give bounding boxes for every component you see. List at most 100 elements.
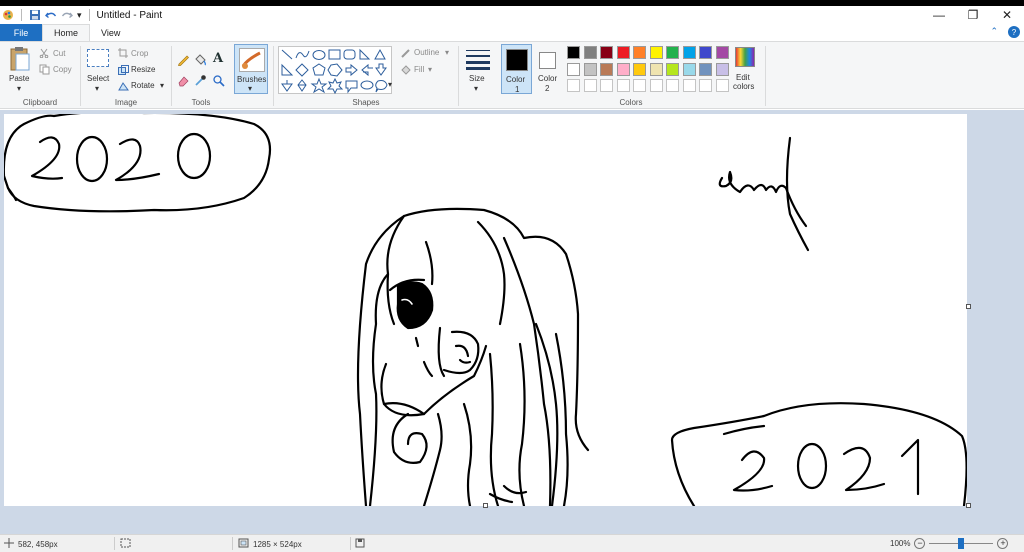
brushes-button[interactable]: Brushes ▾	[234, 44, 268, 94]
image-group-label: Image	[114, 98, 138, 107]
qat-separator	[21, 9, 22, 21]
color-swatch[interactable]	[567, 79, 580, 92]
magnifier-icon[interactable]	[212, 74, 225, 87]
maximize-button[interactable]: ❐	[956, 6, 990, 24]
copy-button[interactable]: Copy	[53, 65, 72, 74]
cut-button[interactable]: Cut	[53, 49, 65, 58]
zoom-slider[interactable]	[929, 538, 994, 549]
color-swatch[interactable]	[567, 62, 580, 76]
close-button[interactable]: ✕	[990, 6, 1024, 24]
color-swatch[interactable]	[682, 62, 696, 76]
color-swatch[interactable]	[600, 79, 613, 92]
color-swatch[interactable]	[699, 79, 712, 92]
selection-size	[120, 538, 131, 550]
size-icon[interactable]	[465, 48, 491, 70]
select-dropdown-arrow[interactable]: ▾	[95, 84, 99, 93]
color-swatch[interactable]	[699, 46, 712, 59]
select-button[interactable]: Select	[87, 74, 109, 83]
help-icon[interactable]: ?	[1008, 26, 1020, 38]
year-2020-cloud	[4, 114, 272, 213]
image-size-icon	[238, 538, 249, 550]
color-swatch[interactable]	[715, 46, 729, 59]
color-swatch[interactable]	[583, 62, 597, 76]
fill-button[interactable]: Fill	[414, 65, 424, 74]
resize-handle-corner[interactable]	[966, 503, 971, 508]
shapes-gallery-expand-arrow[interactable]: ▾	[388, 80, 392, 89]
brush-icon	[239, 48, 265, 72]
title-bar: ▾ Untitled - Paint — ❐ ✕	[0, 6, 1024, 24]
color-swatch[interactable]	[633, 62, 646, 76]
rotate-dropdown-arrow[interactable]: ▾	[160, 81, 164, 90]
redo-icon[interactable]	[61, 9, 73, 21]
color-swatch[interactable]	[649, 46, 663, 59]
minimize-button[interactable]: —	[922, 6, 956, 24]
color-swatch[interactable]	[666, 79, 679, 92]
edit-colors-button[interactable]: Edit colors	[730, 45, 762, 95]
color-swatch[interactable]	[715, 79, 729, 92]
undo-icon[interactable]	[45, 9, 57, 21]
resize-handle-bottom[interactable]	[483, 503, 488, 508]
color-swatch[interactable]	[616, 62, 630, 76]
paste-dropdown-arrow[interactable]: ▾	[17, 84, 21, 93]
size-dropdown-arrow[interactable]: ▾	[474, 84, 478, 93]
outline-button[interactable]: Outline	[414, 48, 439, 57]
color-swatch[interactable]	[682, 79, 696, 92]
fill-bucket-icon[interactable]	[194, 53, 207, 66]
zoom-slider-thumb[interactable]	[958, 538, 965, 549]
anime-girl-sketch	[356, 207, 590, 506]
collapse-ribbon-icon[interactable]: ⌃	[990, 26, 998, 38]
rotate-button[interactable]: Rotate	[131, 81, 155, 90]
color-swatch[interactable]	[616, 79, 630, 92]
tab-view[interactable]: View	[90, 24, 131, 41]
color-swatch[interactable]	[715, 62, 729, 76]
color-swatch[interactable]	[633, 79, 646, 92]
crop-button[interactable]: Crop	[131, 49, 148, 58]
color-swatch[interactable]	[583, 79, 597, 92]
color-swatch[interactable]	[633, 46, 646, 59]
tab-home[interactable]: Home	[42, 24, 91, 41]
size-button[interactable]: Size	[469, 74, 485, 83]
resize-handle-right[interactable]	[966, 304, 971, 309]
color-swatch[interactable]	[600, 62, 613, 76]
select-icon[interactable]	[87, 49, 109, 67]
edit-colors-icon	[735, 47, 755, 67]
color-picker-icon[interactable]	[194, 74, 207, 87]
drawing-canvas[interactable]	[4, 114, 967, 506]
pencil-icon[interactable]	[177, 53, 190, 66]
shapes-group-label: Shapes	[352, 98, 380, 107]
brushes-dropdown-arrow[interactable]: ▾	[248, 84, 252, 93]
save-icon[interactable]	[29, 9, 41, 21]
color-swatch[interactable]	[600, 46, 613, 59]
edit-colors-label-1: Edit	[736, 73, 750, 82]
color-swatch[interactable]	[666, 62, 679, 76]
cursor-position-icon	[4, 538, 14, 550]
ribbon-tabs: File Home View ⌃ ?	[0, 24, 1024, 41]
paint-app-icon[interactable]	[2, 9, 14, 21]
color-swatch[interactable]	[649, 79, 663, 92]
resize-button[interactable]: Resize	[131, 65, 155, 74]
color-swatch[interactable]	[682, 46, 696, 59]
color-swatch[interactable]	[666, 46, 679, 59]
text-tool-icon[interactable]: A	[213, 51, 223, 66]
eraser-icon[interactable]	[177, 74, 190, 87]
paste-icon[interactable]	[9, 46, 31, 72]
shapes-gallery[interactable]	[278, 46, 392, 95]
window-controls: — ❐ ✕	[922, 6, 1024, 24]
zoom-out-button[interactable]: −	[914, 538, 926, 549]
color2-button[interactable]: Color 2	[534, 44, 562, 94]
zoom-in-button[interactable]: +	[997, 538, 1009, 549]
customize-qat-dropdown[interactable]: ▾	[77, 10, 82, 21]
fill-dropdown-arrow[interactable]: ▾	[428, 65, 432, 74]
color-swatch[interactable]	[649, 62, 663, 76]
color1-label: Color	[506, 75, 526, 84]
color-swatch[interactable]	[567, 46, 580, 59]
zoom-control: 100% − +	[890, 538, 1009, 549]
tab-file[interactable]: File	[0, 24, 42, 41]
color1-button[interactable]: Color 1	[501, 44, 532, 94]
color-swatch[interactable]	[583, 46, 597, 59]
color-swatch[interactable]	[616, 46, 630, 59]
zoom-level-text: 100%	[890, 539, 911, 548]
color-swatch[interactable]	[699, 62, 712, 76]
paste-button[interactable]: Paste	[9, 74, 29, 83]
outline-dropdown-arrow[interactable]: ▾	[445, 48, 449, 57]
